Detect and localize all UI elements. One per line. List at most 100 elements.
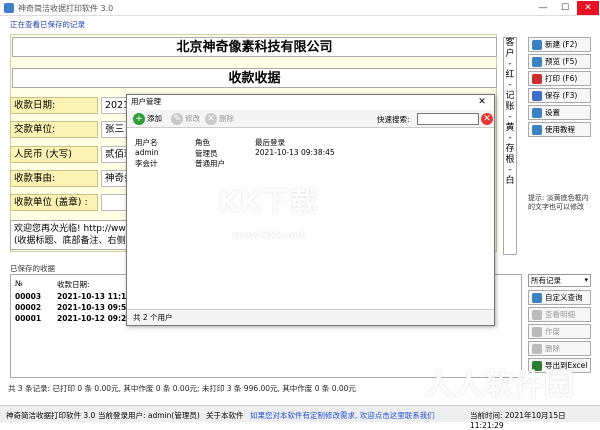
receipt-title[interactable]: 收款收据 (12, 68, 497, 88)
edit-user-label: 修改 (185, 114, 200, 123)
view-detail-label: 查看明细 (545, 310, 575, 319)
vcol-char: 账 (505, 101, 515, 112)
table-row-no[interactable]: 00001 (15, 314, 41, 323)
print-button-label: 打印 (F6) (545, 74, 578, 83)
delete-user-button[interactable]: ✕ 删除 (205, 112, 234, 126)
vcol-char: 白 (505, 175, 515, 186)
void-icon (532, 327, 542, 337)
vcol-char: - (508, 165, 512, 176)
edit-user-button[interactable]: ✎ 修改 (171, 112, 200, 126)
preview-icon (532, 57, 542, 67)
vcol-char: 客 (505, 38, 515, 48)
field-label-payer[interactable]: 交款单位: (10, 121, 98, 138)
preview-button[interactable]: 预览 (F5) (528, 54, 591, 69)
window-titlebar: 神奇简洁收据打印软件 3.0 — ☐ ✕ (0, 0, 600, 16)
settings-button[interactable]: 设置 (528, 105, 591, 120)
dialog-close-button[interactable]: ✕ (472, 96, 492, 108)
new-button-label: 新建 (F2) (545, 40, 578, 49)
new-icon (532, 40, 542, 50)
remark-line-1: 欢迎您再次光临! http://ww (14, 224, 126, 234)
save-button[interactable]: 保存 (F3) (528, 88, 591, 103)
tutorial-button-label: 使用教程 (545, 125, 575, 134)
field-label-amount-words[interactable]: 人民币 (大写) (10, 146, 98, 163)
saved-list-title: 已保存的收据 (10, 264, 55, 273)
about-link[interactable]: 关于本软件 (206, 410, 244, 421)
field-label-date[interactable]: 收款日期: (10, 97, 98, 114)
records-filter-select[interactable]: 所有记录 ▾ (528, 274, 591, 287)
records-filter-value: 所有记录 (531, 276, 561, 285)
copy-colors-column[interactable]: 客 户 - 红 - 记 账 - 黄 - 存 根 - 白 (503, 37, 517, 255)
vcol-char: 根 (505, 154, 515, 165)
tutorial-button[interactable]: 使用教程 (528, 122, 591, 137)
window-title: 神奇简洁收据打印软件 3.0 (18, 4, 114, 13)
status-current-time: 当前时间: 2021年10月15日 11:21:29 (470, 411, 566, 430)
new-button[interactable]: 新建 (F2) (528, 37, 591, 52)
status-app-name: 神奇简洁收据打印软件 3.0 (6, 411, 96, 420)
clear-search-icon[interactable]: ✕ (481, 113, 493, 125)
field-value-payee[interactable] (101, 194, 129, 211)
vcol-char: - (508, 80, 512, 91)
print-icon (532, 74, 542, 84)
add-user-label: 添加 (147, 114, 162, 123)
field-label-payee[interactable]: 收款单位 (盖章) : (10, 194, 98, 211)
list-header-date[interactable]: 收款日期: (57, 279, 90, 290)
query-icon (532, 293, 542, 303)
records-summary: 共 3 条记录: 已打印 0 条 0.00元, 其中作废 0 条 0.00元; … (8, 384, 356, 393)
user-row-username[interactable]: 李会计 (135, 158, 158, 169)
vcol-char: - (508, 59, 512, 70)
quick-search-label: 快速搜索: (377, 115, 410, 124)
dialog-title: 用户管理 (127, 95, 494, 109)
user-row-role[interactable]: 普通用户 (195, 158, 225, 169)
field-label-reason[interactable]: 收款事由: (10, 170, 98, 187)
print-button[interactable]: 打印 (F6) (528, 71, 591, 86)
user-row-username[interactable]: admin (135, 148, 159, 157)
remark-line-2: (收据标题、底部备注、右侧 (14, 236, 126, 246)
void-button[interactable]: 作废 (528, 324, 591, 339)
chevron-down-icon: ▾ (584, 276, 588, 284)
contact-link[interactable]: 如果您对本软件有定制修改需求, 欢迎点击这里联系我们 (250, 410, 435, 421)
table-row-no[interactable]: 00002 (15, 303, 41, 312)
status-heading: 正在查看已保存的记录 (10, 20, 85, 29)
vcol-char: 户 (505, 48, 515, 59)
delete-icon (532, 344, 542, 354)
delete-record-button[interactable]: 删除 (528, 341, 591, 356)
delete-icon: ✕ (205, 113, 217, 125)
save-button-label: 保存 (F3) (545, 91, 578, 100)
field-value-reason[interactable]: 神奇条 (101, 170, 129, 187)
user-count: 共 2 个用户 (127, 309, 494, 325)
quick-search-input[interactable] (417, 113, 479, 125)
col-header-username[interactable]: 用户名 (135, 137, 158, 148)
vcol-char: - (508, 133, 512, 144)
minimize-button[interactable]: — (532, 1, 554, 15)
delete-record-label: 删除 (545, 344, 560, 353)
col-header-last-login[interactable]: 最后登录 (255, 137, 285, 148)
add-icon: + (133, 113, 145, 125)
maximize-button[interactable]: ☐ (554, 1, 576, 15)
vcol-char: - (508, 112, 512, 123)
field-value-date[interactable]: 2021/ (101, 97, 129, 114)
list-header-no[interactable]: № (15, 279, 23, 288)
watermark-brand: 人人软件园 (424, 368, 574, 403)
company-name[interactable]: 北京神奇像素科技有限公司 (12, 37, 497, 57)
custom-query-button[interactable]: 自定义查询 (528, 290, 591, 305)
watermark-url: www.kkx.net (232, 230, 306, 241)
vcol-char: 黄 (505, 122, 515, 133)
add-user-button[interactable]: + 添加 (133, 112, 162, 126)
settings-icon (532, 108, 542, 118)
dialog-toolbar: + 添加 ✎ 修改 ✕ 删除 快速搜索: ✕ (127, 110, 494, 128)
close-button[interactable]: ✕ (577, 1, 599, 15)
col-header-role[interactable]: 角色 (195, 137, 210, 148)
field-value-payer[interactable]: 张三 (101, 121, 129, 138)
pencil-icon: ✎ (171, 113, 183, 125)
remark-box[interactable]: 欢迎您再次光临! http://ww (收据标题、底部备注、右侧 (10, 220, 130, 250)
table-row-no[interactable]: 00003 (15, 292, 41, 301)
delete-user-label: 删除 (219, 114, 234, 123)
field-value-amount-words[interactable]: 贰佰玖 (101, 146, 129, 163)
detail-icon (532, 310, 542, 320)
preview-button-label: 预览 (F5) (545, 57, 578, 66)
vcol-char: 存 (505, 143, 515, 154)
view-detail-button[interactable]: 查看明细 (528, 307, 591, 322)
tip-text: 提示: 淡黄底色框内的文字也可以修改 (528, 194, 589, 211)
status-current-user: 当前登录用户: admin(管理员) (98, 411, 200, 420)
user-row-last-login[interactable]: 2021-10-13 09:38:45 (255, 148, 335, 157)
